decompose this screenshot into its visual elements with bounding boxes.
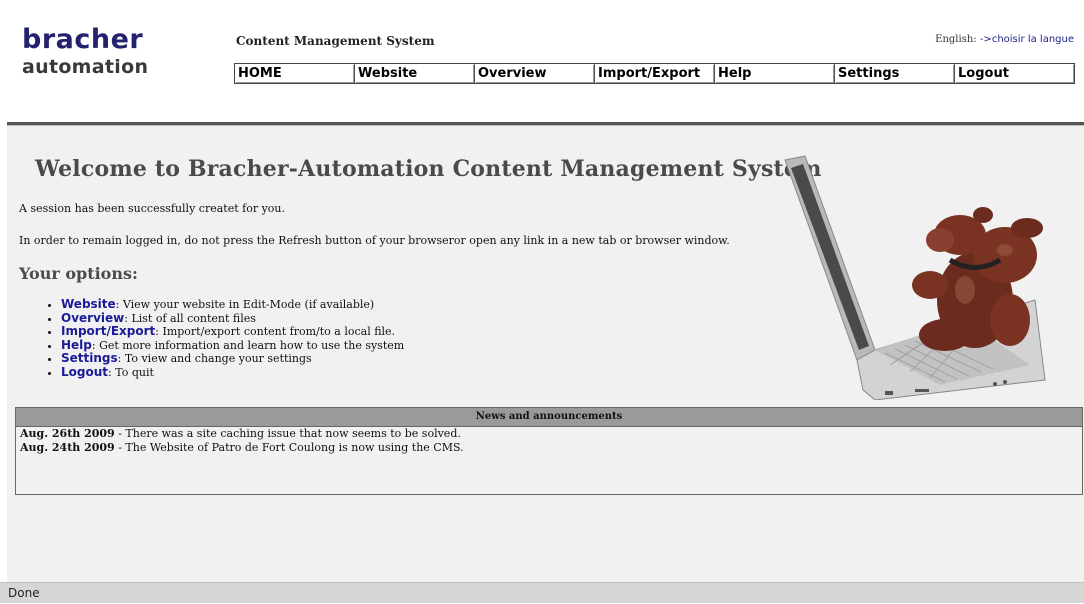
main-nav: HOME Website Overview Import/Export Help… <box>234 63 1075 84</box>
page-header: bracher automation Content Management Sy… <box>0 0 1084 122</box>
nav-website[interactable]: Website <box>355 64 475 83</box>
nav-help[interactable]: Help <box>715 64 835 83</box>
option-desc: : To view and change your settings <box>117 352 312 366</box>
logo-text-bracher[interactable]: bracher <box>22 26 143 54</box>
option-link-overview[interactable]: Overview <box>61 311 124 325</box>
option-desc: : Import/export content from/to a local … <box>155 325 396 339</box>
nav-settings[interactable]: Settings <box>835 64 955 83</box>
news-panel: News and announcements Aug. 26th 2009 - … <box>15 407 1083 495</box>
nav-logout[interactable]: Logout <box>955 64 1074 83</box>
option-link-import-export[interactable]: Import/Export <box>61 324 155 338</box>
option-item-website: Website: View your website in Edit-Mode … <box>61 297 404 312</box>
news-item: Aug. 26th 2009 - There was a site cachin… <box>20 427 1082 441</box>
browser-status-bar: Done <box>0 582 1084 603</box>
session-message: A session has been successfully createt … <box>19 202 285 215</box>
option-item-settings: Settings: To view and change your settin… <box>61 352 404 366</box>
option-desc: : View your website in Edit-Mode (if ava… <box>115 298 375 311</box>
option-item-overview: Overview: List of all content files <box>61 311 404 326</box>
option-desc: : Get more information and learn how to … <box>91 338 405 352</box>
nav-home[interactable]: HOME <box>235 64 355 83</box>
cms-title: Content Management System <box>236 34 435 48</box>
page-title: Welcome to Bracher-Automation Content Ma… <box>35 156 822 182</box>
option-desc: : List of all content files <box>124 311 256 325</box>
news-date: Aug. 26th 2009 <box>20 427 115 440</box>
nav-import-export[interactable]: Import/Export <box>595 64 715 83</box>
option-link-website[interactable]: Website <box>61 297 116 311</box>
option-link-logout[interactable]: Logout <box>61 365 108 379</box>
news-item: Aug. 24th 2009 - The Website of Patro de… <box>20 441 1082 455</box>
refresh-warning: In order to remain logged in, do not pre… <box>19 234 730 247</box>
logo-text-automation[interactable]: automation <box>22 57 148 77</box>
option-link-settings[interactable]: Settings <box>61 351 118 366</box>
laptop-teddy-illustration <box>784 155 1046 400</box>
choose-language-link[interactable]: ->choisir la langue <box>980 34 1074 45</box>
option-item-help: Help: Get more information and learn how… <box>61 338 405 353</box>
news-date: Aug. 24th 2009 <box>20 441 115 454</box>
language-current: English: <box>935 34 977 45</box>
news-text: - The Website of Patro de Fort Coulong i… <box>114 441 464 454</box>
main-content: Welcome to Bracher-Automation Content Ma… <box>7 126 1084 582</box>
nav-overview[interactable]: Overview <box>475 64 595 83</box>
option-item-import-export: Import/Export: Import/export content fro… <box>61 324 404 339</box>
news-text: - There was a site caching issue that no… <box>114 427 461 440</box>
news-heading: News and announcements <box>16 408 1082 427</box>
option-desc: : To quit <box>108 365 154 379</box>
language-selector: English: ->choisir la langue <box>935 34 1074 45</box>
options-heading: Your options: <box>19 264 138 283</box>
option-link-help[interactable]: Help <box>61 338 92 352</box>
option-item-logout: Logout: To quit <box>61 365 404 380</box>
options-list: Website: View your website in Edit-Mode … <box>45 297 405 380</box>
